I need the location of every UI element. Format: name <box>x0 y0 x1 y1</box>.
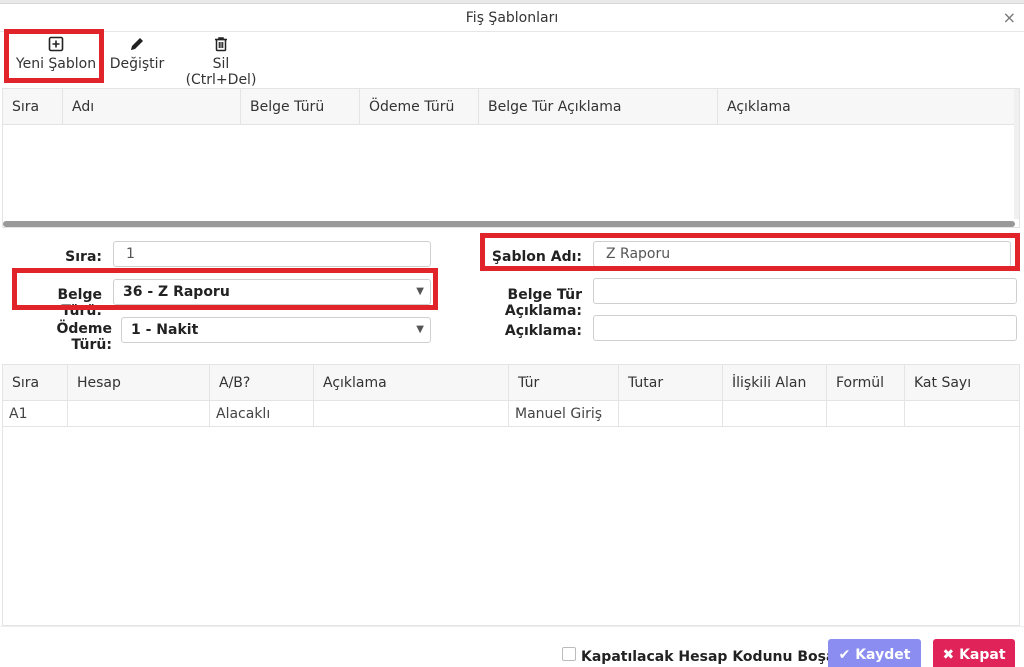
sira-input[interactable]: 1 <box>113 241 431 267</box>
col-sira[interactable]: Sıra <box>3 89 63 125</box>
table-row[interactable]: A1 Alacaklı Manuel Giriş <box>3 401 1019 427</box>
caret-down-icon: ▼ <box>416 324 424 335</box>
pencil-icon <box>108 32 166 56</box>
dialog-title: Fiş Şablonları <box>465 10 559 26</box>
col-aciklama[interactable]: Açıklama <box>718 89 1016 125</box>
cell-ab[interactable]: Alacaklı <box>210 401 314 427</box>
close-button[interactable]: ✖ Kapat <box>933 639 1015 667</box>
belge-tur-aciklama-label: Belge Tür Açıklama: <box>504 287 582 319</box>
detail-grid-header: Sıra Hesap A/B? Açıklama Tür Tutar İlişk… <box>3 365 1019 401</box>
col-ab[interactable]: A/B? <box>210 365 314 401</box>
titlebar: Fiş Şablonları × <box>0 4 1024 32</box>
sira-label: Sıra: <box>65 249 102 265</box>
col-aciklama[interactable]: Açıklama <box>314 365 509 401</box>
new-template-label: Yeni Şablon <box>15 56 97 72</box>
col-hesap[interactable]: Hesap <box>68 365 210 401</box>
col-kat-sayi[interactable]: Kat Sayı <box>905 365 1019 401</box>
cell-sira[interactable]: A1 <box>3 401 68 427</box>
aciklama-label: Açıklama: <box>504 323 582 339</box>
sablon-adi-label: Şablon Adı: <box>491 249 582 265</box>
cell-tur[interactable]: Manuel Giriş <box>509 401 619 427</box>
col-adi[interactable]: Adı <box>63 89 241 125</box>
odeme-turu-select[interactable]: 1 - Nakit ▼ <box>121 317 431 343</box>
detail-grid: Sıra Hesap A/B? Açıklama Tür Tutar İlişk… <box>2 364 1020 626</box>
col-tur[interactable]: Tür <box>509 365 619 401</box>
footer: Kapatılacak Hesap Kodunu Boşalt ✔ Kaydet… <box>0 626 1024 667</box>
cell-formul[interactable] <box>827 401 905 427</box>
edit-label: Değiştir <box>109 56 165 72</box>
col-belge-tur-aciklama[interactable]: Belge Tür Açıklama <box>479 89 718 125</box>
cell-hesap[interactable] <box>68 401 210 427</box>
edit-button[interactable]: Değiştir <box>108 32 166 84</box>
plus-square-icon <box>14 32 98 56</box>
delete-label: Sil (Ctrl+Del) <box>185 56 257 88</box>
odeme-turu-label: Ödeme Türü: <box>56 321 112 353</box>
delete-button[interactable]: Sil (Ctrl+Del) <box>178 32 264 88</box>
sablon-adi-input[interactable]: Z Raporu <box>593 241 1011 267</box>
save-label: Kaydet <box>855 647 911 663</box>
cell-tutar[interactable] <box>619 401 723 427</box>
belge-turu-value: 36 - Z Raporu <box>123 284 230 300</box>
col-iliskili-alan[interactable]: İlişkili Alan <box>723 365 827 401</box>
belge-turu-label: Belge Türü: <box>57 287 102 319</box>
template-grid-header: Sıra Adı Belge Türü Ödeme Türü Belge Tür… <box>3 89 1019 125</box>
aciklama-input[interactable] <box>593 315 1017 341</box>
col-formul[interactable]: Formül <box>827 365 905 401</box>
horizontal-scrollbar[interactable] <box>3 221 1015 227</box>
template-grid: Sıra Adı Belge Türü Ödeme Türü Belge Tür… <box>2 88 1020 228</box>
bosalt-checkbox[interactable] <box>562 647 576 661</box>
odeme-turu-value: 1 - Nakit <box>131 322 199 338</box>
col-belge-turu[interactable]: Belge Türü <box>241 89 360 125</box>
check-icon: ✔ <box>838 647 851 663</box>
col-odeme-turu[interactable]: Ödeme Türü <box>360 89 479 125</box>
close-icon[interactable]: × <box>1003 8 1016 27</box>
times-icon: ✖ <box>942 647 955 663</box>
fis-sablonlari-dialog: Fiş Şablonları × Yeni Şablon Değiştir Si… <box>0 3 1024 667</box>
trash-icon <box>178 32 264 56</box>
col-tutar[interactable]: Tutar <box>619 365 723 401</box>
toolbar: Yeni Şablon Değiştir Sil (Ctrl+Del) <box>0 32 1024 88</box>
close-label: Kapat <box>959 647 1006 663</box>
col-sira[interactable]: Sıra <box>3 365 68 401</box>
new-template-button[interactable]: Yeni Şablon <box>14 32 98 84</box>
belge-turu-select[interactable]: 36 - Z Raporu ▼ <box>113 279 431 305</box>
save-button[interactable]: ✔ Kaydet <box>828 639 921 667</box>
bosalt-checkbox-label[interactable]: Kapatılacak Hesap Kodunu Boşalt <box>581 649 847 665</box>
cell-aciklama[interactable] <box>314 401 509 427</box>
cell-iliskili-alan[interactable] <box>723 401 827 427</box>
vertical-scrollbar[interactable] <box>1014 89 1019 219</box>
caret-down-icon: ▼ <box>416 286 424 297</box>
cell-kat-sayi[interactable] <box>905 401 1019 427</box>
belge-tur-aciklama-input[interactable] <box>593 278 1017 304</box>
